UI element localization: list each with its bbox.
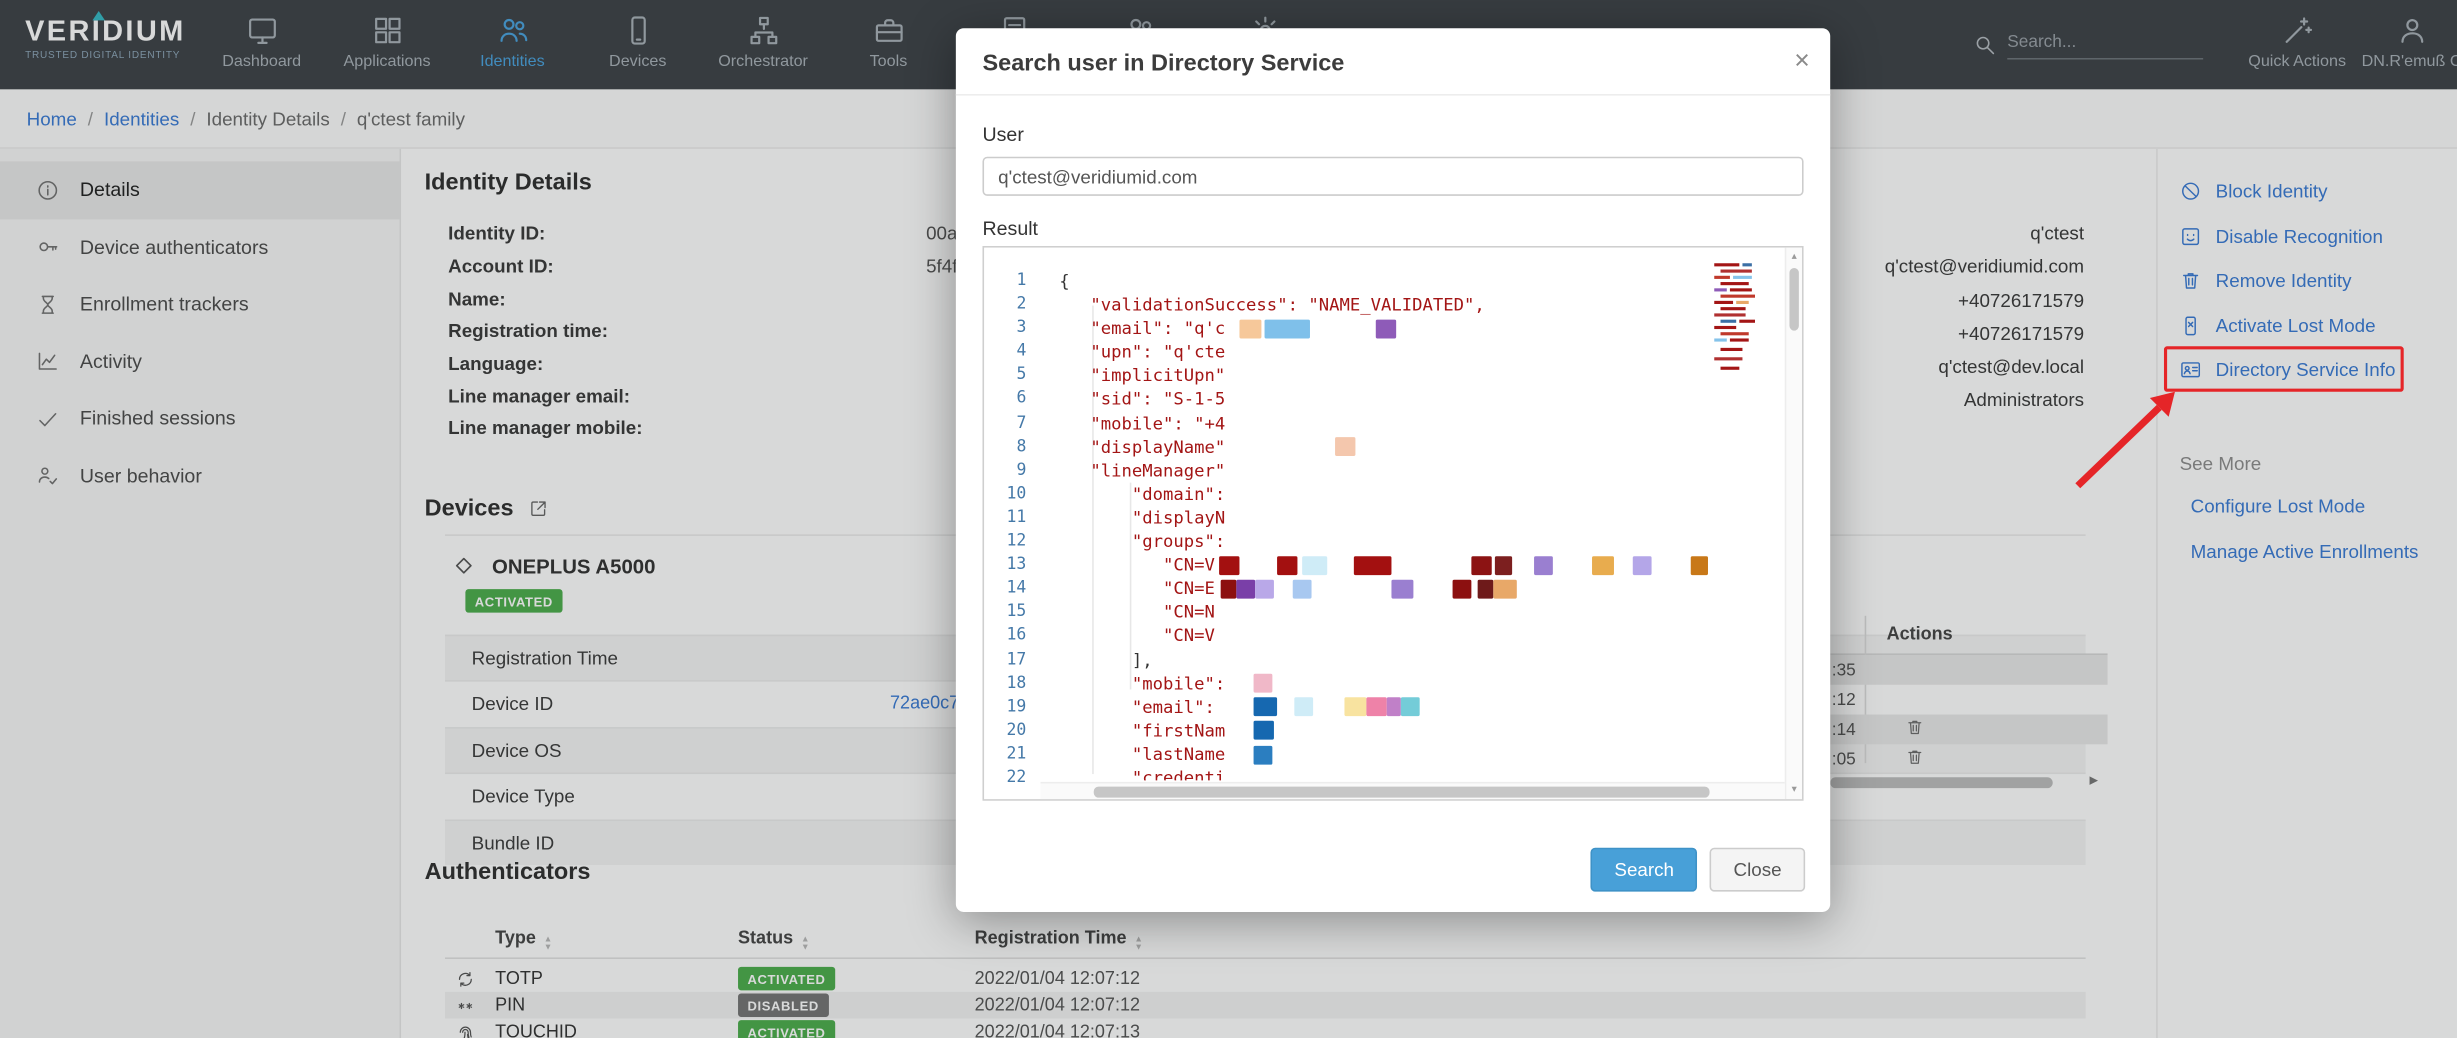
- code-line: "CN=V: [1059, 624, 1764, 648]
- line-number: 6: [984, 388, 1040, 412]
- line-number: 11: [984, 506, 1040, 530]
- modal-footer: Search Close: [956, 827, 1830, 912]
- modal-close-icon[interactable]: ×: [1794, 45, 1810, 76]
- scroll-up-icon[interactable]: ▲: [1786, 252, 1802, 261]
- code-line: "displayName": [1059, 435, 1764, 459]
- line-number: 15: [984, 601, 1040, 625]
- code-line: "CN=E: [1059, 577, 1764, 601]
- code-line: "groups":: [1059, 530, 1764, 554]
- user-input[interactable]: [982, 157, 1803, 196]
- line-number: 4: [984, 340, 1040, 364]
- scrollbar-thumb[interactable]: [1789, 268, 1798, 331]
- code-line: "sid": "S-1-5: [1059, 388, 1764, 412]
- json-result-viewer[interactable]: 12345678910111213141516171819202122 { "v…: [982, 246, 1803, 801]
- modal-title: Search user in Directory Service: [982, 50, 1803, 77]
- line-number: 21: [984, 743, 1040, 767]
- line-number: 9: [984, 459, 1040, 483]
- line-number: 10: [984, 482, 1040, 506]
- line-number: 19: [984, 695, 1040, 719]
- code-line: "email": "q'c: [1059, 317, 1764, 341]
- line-number: 18: [984, 672, 1040, 696]
- result-label: Result: [982, 218, 1803, 240]
- user-field-label: User: [982, 124, 1803, 146]
- code-line: "mobile": "+4: [1059, 411, 1764, 435]
- line-number: 3: [984, 317, 1040, 341]
- modal-header: Search user in Directory Service ×: [956, 28, 1830, 95]
- editor-horizontal-scrollbar[interactable]: [1040, 782, 1784, 799]
- line-number: 16: [984, 624, 1040, 648]
- code-line: "upn": "q'cte: [1059, 340, 1764, 364]
- code-line: "CN=N: [1059, 601, 1764, 625]
- code-line: "validationSuccess": "NAME_VALIDATED",: [1059, 293, 1764, 317]
- code-line: "domain":: [1059, 482, 1764, 506]
- line-number: 20: [984, 719, 1040, 743]
- modal-close-button[interactable]: Close: [1710, 848, 1805, 892]
- line-number: 13: [984, 553, 1040, 577]
- line-number: 14: [984, 577, 1040, 601]
- code-line: "firstNam: [1059, 719, 1764, 743]
- line-number: 22: [984, 766, 1040, 790]
- code-line: "lineManager": [1059, 459, 1764, 483]
- code-line: "CN=V: [1059, 553, 1764, 577]
- scroll-down-icon[interactable]: ▼: [1786, 785, 1802, 794]
- code-line: {: [1059, 270, 1764, 294]
- code-line: "implicitUpn": [1059, 364, 1764, 388]
- annotation-highlight-box: [2164, 346, 2404, 391]
- scrollbar-thumb[interactable]: [1094, 787, 1710, 798]
- line-number: 7: [984, 411, 1040, 435]
- line-number: 2: [984, 293, 1040, 317]
- editor-code: { "validationSuccess": "NAME_VALIDATED",…: [1059, 248, 1764, 781]
- code-line: "lastName: [1059, 743, 1764, 767]
- code-line: ],: [1059, 648, 1764, 672]
- line-number: 5: [984, 364, 1040, 388]
- code-line: "displayN: [1059, 506, 1764, 530]
- annotation-arrow: [2065, 382, 2190, 498]
- line-number: 8: [984, 435, 1040, 459]
- modal-body: User Result 1234567891011121314151617181…: [956, 96, 1830, 801]
- code-line: "email":: [1059, 695, 1764, 719]
- code-line: "credenti: [1059, 766, 1764, 780]
- code-line: "mobile":: [1059, 672, 1764, 696]
- line-number: 12: [984, 530, 1040, 554]
- editor-gutter: 12345678910111213141516171819202122: [984, 248, 1040, 800]
- modal-search-button[interactable]: Search: [1591, 848, 1698, 892]
- editor-vertical-scrollbar[interactable]: ▲ ▼: [1785, 248, 1802, 800]
- directory-search-modal: Search user in Directory Service × User …: [956, 28, 1830, 912]
- veridium-app: VERIDIUM TRUSTED DIGITAL IDENTITY Dashbo…: [0, 0, 2457, 1038]
- editor-minimap: [1713, 260, 1782, 404]
- line-number: 1: [984, 270, 1040, 294]
- line-number: 17: [984, 648, 1040, 672]
